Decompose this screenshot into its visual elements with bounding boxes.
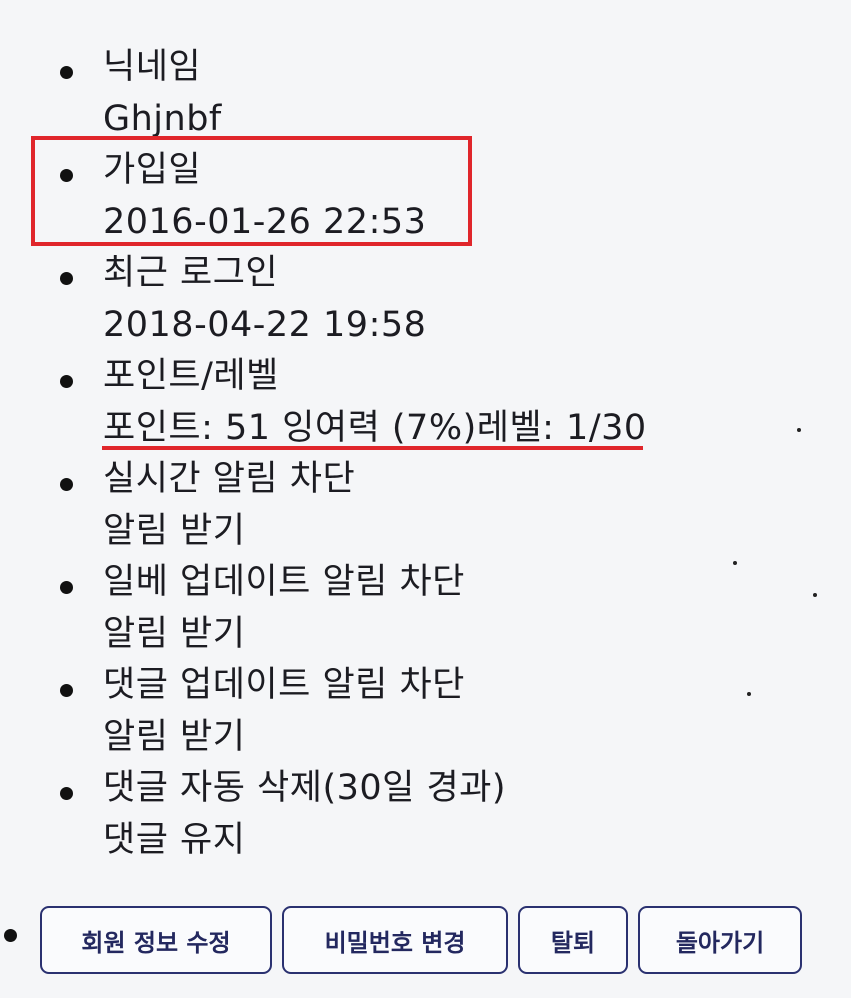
comment-update-alert-label: 댓글 업데이트 알림 차단 bbox=[103, 665, 465, 705]
nickname-value: Ghjnbf bbox=[103, 99, 222, 139]
stray-dot bbox=[813, 593, 817, 597]
bullet-icon bbox=[60, 66, 73, 79]
go-back-button[interactable]: 돌아가기 bbox=[638, 906, 802, 974]
last-login-value: 2018-04-22 19:58 bbox=[103, 305, 427, 345]
points-level-value: 포인트: 51 잉여력 (7%)레벨: 1/30 bbox=[103, 408, 647, 448]
bullet-icon bbox=[60, 375, 73, 388]
comment-auto-delete-value[interactable]: 댓글 유지 bbox=[103, 819, 245, 861]
join-date-highlight-box bbox=[31, 136, 472, 246]
bullet-icon bbox=[60, 272, 73, 285]
realtime-alert-label: 실시간 알림 차단 bbox=[103, 459, 356, 499]
realtime-alert-value[interactable]: 알림 받기 bbox=[103, 510, 245, 552]
action-button-row: 회원 정보 수정 비밀번호 변경 탈퇴 돌아가기 bbox=[0, 898, 851, 978]
comment-auto-delete-label: 댓글 자동 삭제(30일 경과) bbox=[103, 768, 507, 808]
edit-profile-button[interactable]: 회원 정보 수정 bbox=[40, 906, 272, 974]
bullet-icon bbox=[60, 478, 73, 491]
comment-update-alert-value[interactable]: 알림 받기 bbox=[103, 716, 245, 758]
points-level-label: 포인트/레벨 bbox=[103, 356, 279, 396]
nickname-label: 닉네임 bbox=[103, 47, 202, 87]
bullet-icon bbox=[4, 929, 17, 942]
stray-dot bbox=[747, 692, 751, 696]
withdraw-button[interactable]: 탈퇴 bbox=[518, 906, 628, 974]
points-level-underline bbox=[102, 446, 643, 450]
stray-dot bbox=[797, 428, 801, 432]
ilbe-update-alert-value[interactable]: 알림 받기 bbox=[103, 613, 245, 655]
bullet-icon bbox=[60, 581, 73, 594]
last-login-label: 최근 로그인 bbox=[103, 253, 279, 293]
bullet-icon bbox=[60, 684, 73, 697]
stray-dot bbox=[733, 561, 737, 565]
bullet-icon bbox=[60, 787, 73, 800]
ilbe-update-alert-label: 일베 업데이트 알림 차단 bbox=[103, 562, 465, 602]
change-password-button[interactable]: 비밀번호 변경 bbox=[282, 906, 508, 974]
